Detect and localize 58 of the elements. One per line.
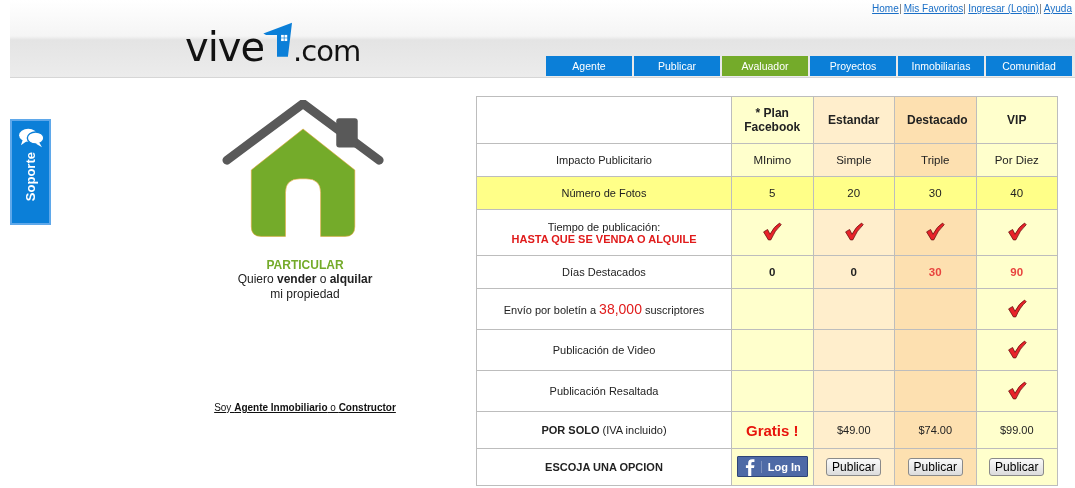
nav-tab[interactable]: Proyectos (810, 56, 896, 76)
row-label: Publicación de Video (476, 329, 732, 371)
check-icon (1006, 380, 1027, 400)
check-icon (762, 222, 783, 241)
nav-tab[interactable]: Avaluador (722, 56, 808, 76)
nav-tab[interactable]: Comunidad (986, 56, 1072, 76)
facebook-login-button[interactable]: Log In (736, 456, 808, 478)
check-icon (1006, 222, 1027, 241)
publish-button[interactable]: Publicar (907, 458, 963, 476)
row-label: Número de Fotos (476, 176, 732, 210)
table-cell: 0 (769, 266, 776, 278)
check-icon (1006, 298, 1027, 318)
check-icon (843, 222, 864, 241)
table-cell: Simple (836, 154, 872, 166)
top-link[interactable]: Ayuda (1043, 3, 1072, 14)
nav-tab[interactable]: Inmobiliarias (898, 56, 984, 76)
table-cell: 40 (1010, 187, 1024, 199)
top-link[interactable]: Ingresar (Login) (968, 3, 1039, 14)
check-icon (1006, 339, 1027, 359)
price-text: $74.00 (918, 424, 953, 436)
table-cell: Por Diez (994, 154, 1039, 166)
table-cell: 20 (847, 187, 861, 199)
nav-tab[interactable]: Publicar (634, 56, 720, 76)
column-header: VIP (976, 96, 1058, 144)
row-label: Tiempo de publicación: HASTA QUE SE VENDA O ALQUILE (476, 209, 732, 256)
panel-text: Quiero vender o alquilar (237, 272, 373, 287)
support-tab[interactable]: Soporte (10, 119, 51, 225)
price-text: $49.00 (836, 424, 871, 436)
table-cell: 90 (1010, 266, 1024, 278)
table-cell: 30 (928, 266, 942, 278)
panel-subtext: mi propiedad (270, 287, 340, 302)
nav-tab[interactable]: Agente (546, 56, 632, 76)
row-label: ESCOJA UNA OPCION (476, 448, 732, 486)
table-cell: Triple (921, 154, 950, 166)
publish-button[interactable]: Publicar (989, 458, 1045, 476)
publish-button[interactable]: Publicar (826, 458, 882, 476)
site-logo[interactable]: vive .com (185, 2, 361, 68)
price-text: $99.00 (999, 424, 1034, 436)
row-label: Envío por boletín a 38,000 suscriptores (476, 288, 732, 330)
table-cell: 5 (769, 187, 776, 199)
column-header: Estandar (813, 96, 895, 144)
row-label: POR SOLO (IVA incluido) (476, 411, 732, 449)
panel-title: PARTICULAR (266, 258, 344, 272)
table-cell: 30 (928, 187, 942, 199)
agent-link[interactable]: Soy Agente Inmobiliario o Constructor (214, 402, 396, 413)
column-header: * Plan Facebook (731, 96, 813, 144)
check-icon (925, 222, 946, 241)
table-cell: MInimo (753, 154, 792, 166)
row-label: Días Destacados (476, 255, 732, 289)
row-label: Publicación Resaltada (476, 370, 732, 412)
price-text: Gratis ! (746, 421, 799, 439)
chat-bubbles-icon (16, 127, 45, 149)
facebook-icon (743, 457, 755, 476)
top-link[interactable]: Mis Favoritos (903, 3, 964, 14)
row-label: Impacto Publicitario (476, 143, 732, 177)
top-link[interactable]: Home (872, 3, 899, 14)
table-cell: 0 (850, 266, 857, 278)
column-header: Destacado (894, 96, 976, 144)
